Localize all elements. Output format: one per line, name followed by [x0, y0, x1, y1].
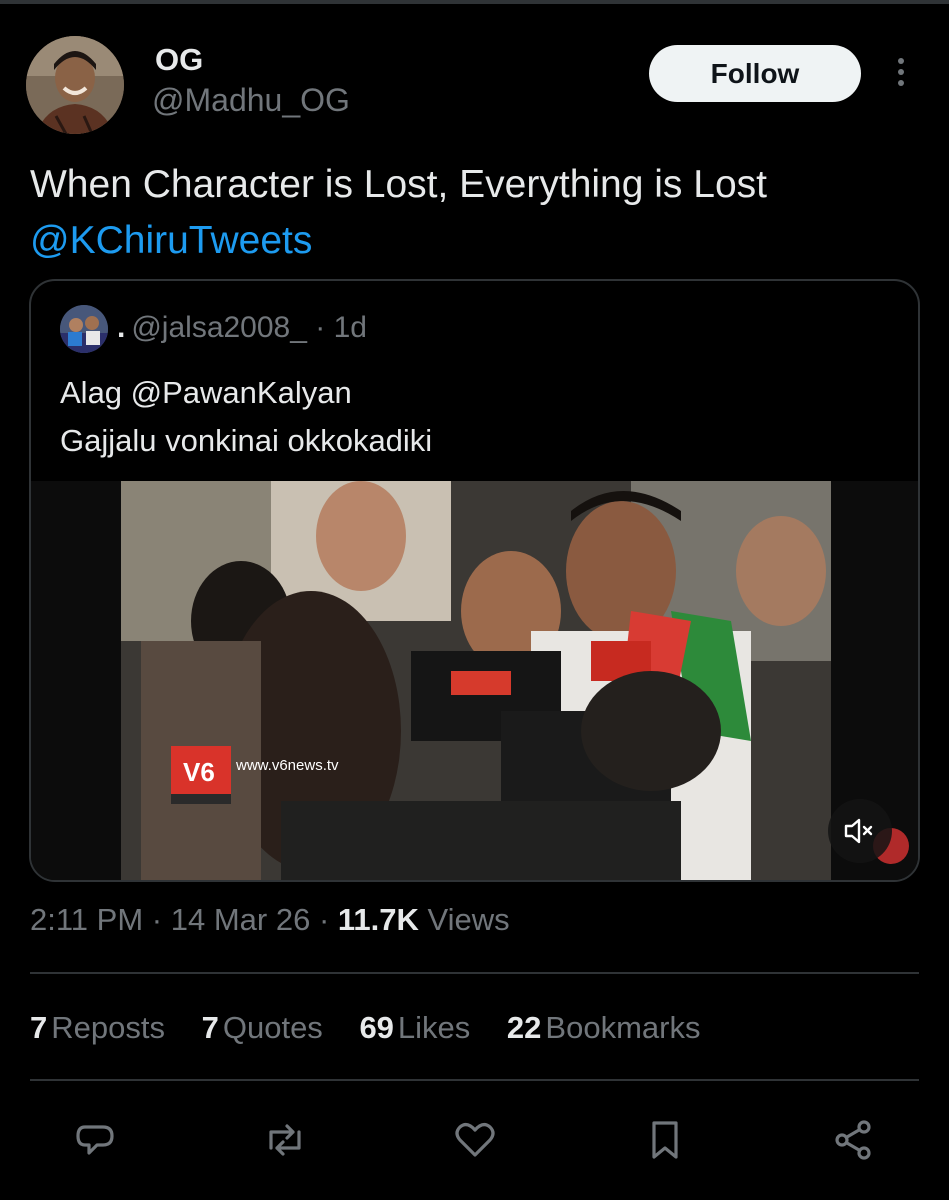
mute-toggle-button[interactable] — [828, 799, 892, 863]
action-bar — [0, 1112, 949, 1168]
reposts-label: Reposts — [51, 1010, 165, 1045]
author-display-name[interactable]: OG — [155, 42, 203, 78]
tweet-time[interactable]: 2:11 PM — [30, 902, 143, 937]
quoted-header: . @jalsa2008_ · 1d — [117, 311, 367, 345]
author-handle[interactable]: @Madhu_OG — [152, 82, 350, 119]
bookmarks-label: Bookmarks — [545, 1010, 701, 1045]
likes-count: 69 — [359, 1010, 394, 1045]
tweet-meta: 2:11 PM · 14 Mar 26 · 11.7K Views — [30, 902, 510, 938]
bookmarks-stat[interactable]: 22 Bookmarks — [507, 1010, 701, 1046]
quoted-handle[interactable]: @jalsa2008_ — [131, 311, 307, 344]
follow-button[interactable]: Follow — [649, 45, 861, 102]
quoted-tweet-card[interactable]: . @jalsa2008_ · 1d Alag @PawanKalyan Gajj… — [29, 279, 920, 882]
engagement-stats: 7 Reposts 7 Quotes 69 Likes 22 Bookmarks — [30, 1010, 728, 1046]
bookmarks-count: 22 — [506, 1010, 542, 1045]
heart-icon — [455, 1123, 495, 1157]
quoted-video[interactable]: V6 www.v6news.tv — [31, 481, 918, 880]
share-button[interactable] — [826, 1112, 882, 1168]
quotes-count: 7 — [201, 1010, 219, 1045]
quotes-label: Quotes — [222, 1010, 323, 1045]
repost-icon — [269, 1124, 301, 1156]
likes-label: Likes — [397, 1010, 471, 1045]
quoted-text-line-1: Alag @PawanKalyan — [60, 375, 352, 410]
video-frame: V6 — [31, 481, 918, 880]
bookmark-button[interactable] — [637, 1112, 693, 1168]
bookmark-icon — [652, 1121, 678, 1159]
meta-separator: · — [318, 902, 330, 937]
tweet-body: When Character is Lost, Everything is Lo… — [30, 157, 767, 269]
divider — [30, 1079, 919, 1081]
quoted-author-avatar[interactable] — [60, 305, 108, 353]
views-count: 11.7K — [337, 902, 419, 937]
divider — [30, 972, 919, 974]
quoted-display-name[interactable]: . — [117, 311, 125, 344]
author-avatar[interactable] — [26, 36, 124, 134]
tweet-text: When Character is Lost, Everything is Lo… — [30, 163, 767, 206]
reposts-count: 7 — [30, 1010, 48, 1045]
repost-button[interactable] — [257, 1112, 313, 1168]
video-watermark: www.v6news.tv — [236, 757, 339, 774]
quoted-time: · 1d — [315, 311, 367, 344]
share-icon — [835, 1120, 871, 1160]
reply-button[interactable] — [67, 1112, 123, 1168]
tweet-date[interactable]: 14 Mar 26 — [171, 902, 311, 937]
views-label: Views — [427, 902, 510, 937]
likes-stat[interactable]: 69 Likes — [359, 1010, 470, 1046]
more-options-icon[interactable] — [893, 58, 909, 92]
quoted-text-line-2: Gajjalu vonkinai okkokadiki — [60, 423, 433, 458]
top-divider — [0, 0, 949, 4]
tweet-page: OG @Madhu_OG Follow When Character is Lo… — [0, 0, 949, 1200]
quoted-text: Alag @PawanKalyan Gajjalu vonkinai okkok… — [60, 369, 432, 465]
reply-icon — [76, 1125, 114, 1155]
muted-speaker-icon — [844, 818, 873, 844]
reposts-stat[interactable]: 7 Reposts — [30, 1010, 165, 1046]
tweet-mention-link[interactable]: @KChiruTweets — [30, 213, 767, 269]
like-button[interactable] — [447, 1112, 503, 1168]
quotes-stat[interactable]: 7 Quotes — [202, 1010, 323, 1046]
svg-text:V6: V6 — [183, 757, 215, 787]
meta-separator: · — [151, 902, 163, 937]
